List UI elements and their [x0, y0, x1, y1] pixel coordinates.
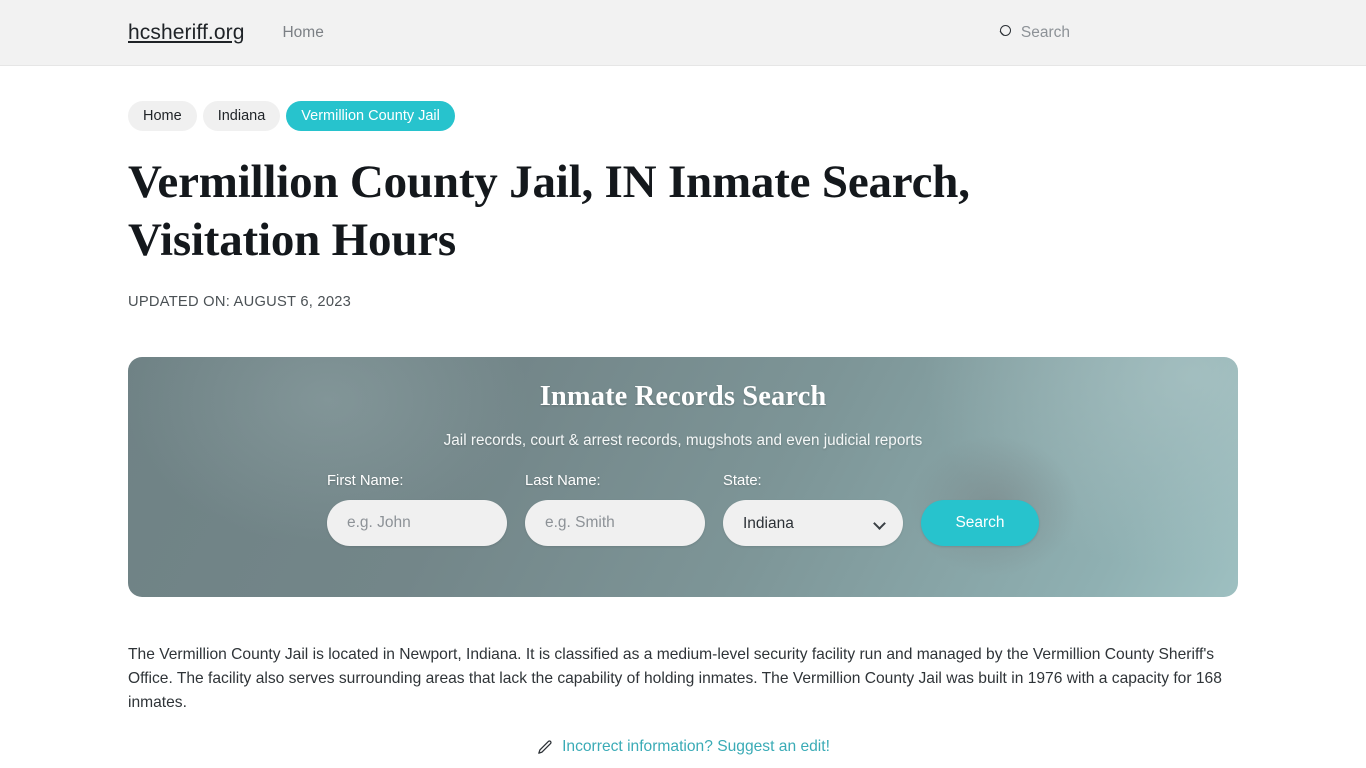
state-label: State: [723, 473, 762, 489]
last-name-field-group: Last Name: [525, 473, 705, 546]
breadcrumb-item-home[interactable]: Home [128, 101, 197, 131]
breadcrumb-item-indiana[interactable]: Indiana [202, 101, 281, 131]
last-name-label: Last Name: [525, 473, 601, 489]
site-logo[interactable]: hcsheriff.org [128, 21, 244, 45]
page-content: Home Indiana Vermillion County Jail Verm… [0, 66, 1366, 756]
search-icon [999, 25, 1014, 40]
breadcrumb-item-current: Vermillion County Jail [286, 101, 455, 131]
updated-date: UPDATED ON: AUGUST 6, 2023 [128, 294, 352, 310]
panel-subtitle: Jail records, court & arrest records, mu… [443, 432, 923, 449]
header-inner: hcsheriff.org Home Search [0, 21, 1366, 45]
primary-nav: Home [282, 24, 323, 42]
state-select[interactable]: Indiana [723, 500, 903, 546]
page-title: Vermillion County Jail, IN Inmate Search… [128, 156, 970, 266]
first-name-input[interactable] [327, 500, 507, 546]
nav-item-home[interactable]: Home [282, 24, 323, 42]
breadcrumb: Home Indiana Vermillion County Jail [128, 66, 1238, 131]
inmate-search-form: First Name: Last Name: State: Indiana [327, 473, 1039, 546]
first-name-field-group: First Name: [327, 473, 507, 546]
state-field-group: State: Indiana [723, 473, 903, 546]
inmate-records-search-panel: Inmate Records Search Jail records, cour… [128, 357, 1238, 597]
header-search[interactable]: Search [999, 24, 1070, 42]
site-header: hcsheriff.org Home Search [0, 0, 1366, 66]
panel-title: Inmate Records Search [539, 381, 827, 412]
suggest-edit-row: Incorrect information? Suggest an edit! [128, 738, 1238, 756]
header-search-label: Search [1020, 23, 1070, 41]
first-name-label: First Name: [327, 473, 404, 489]
article-paragraph: The Vermillion County Jail is located in… [128, 646, 1222, 711]
last-name-input[interactable] [525, 500, 705, 546]
inmate-search-submit-button[interactable]: Search [921, 500, 1039, 546]
state-select-wrapper: Indiana [723, 500, 903, 546]
pencil-icon [538, 739, 552, 754]
panel-inner: Inmate Records Search Jail records, cour… [128, 357, 1238, 597]
suggest-edit-link[interactable]: Incorrect information? Suggest an edit! [562, 738, 830, 756]
